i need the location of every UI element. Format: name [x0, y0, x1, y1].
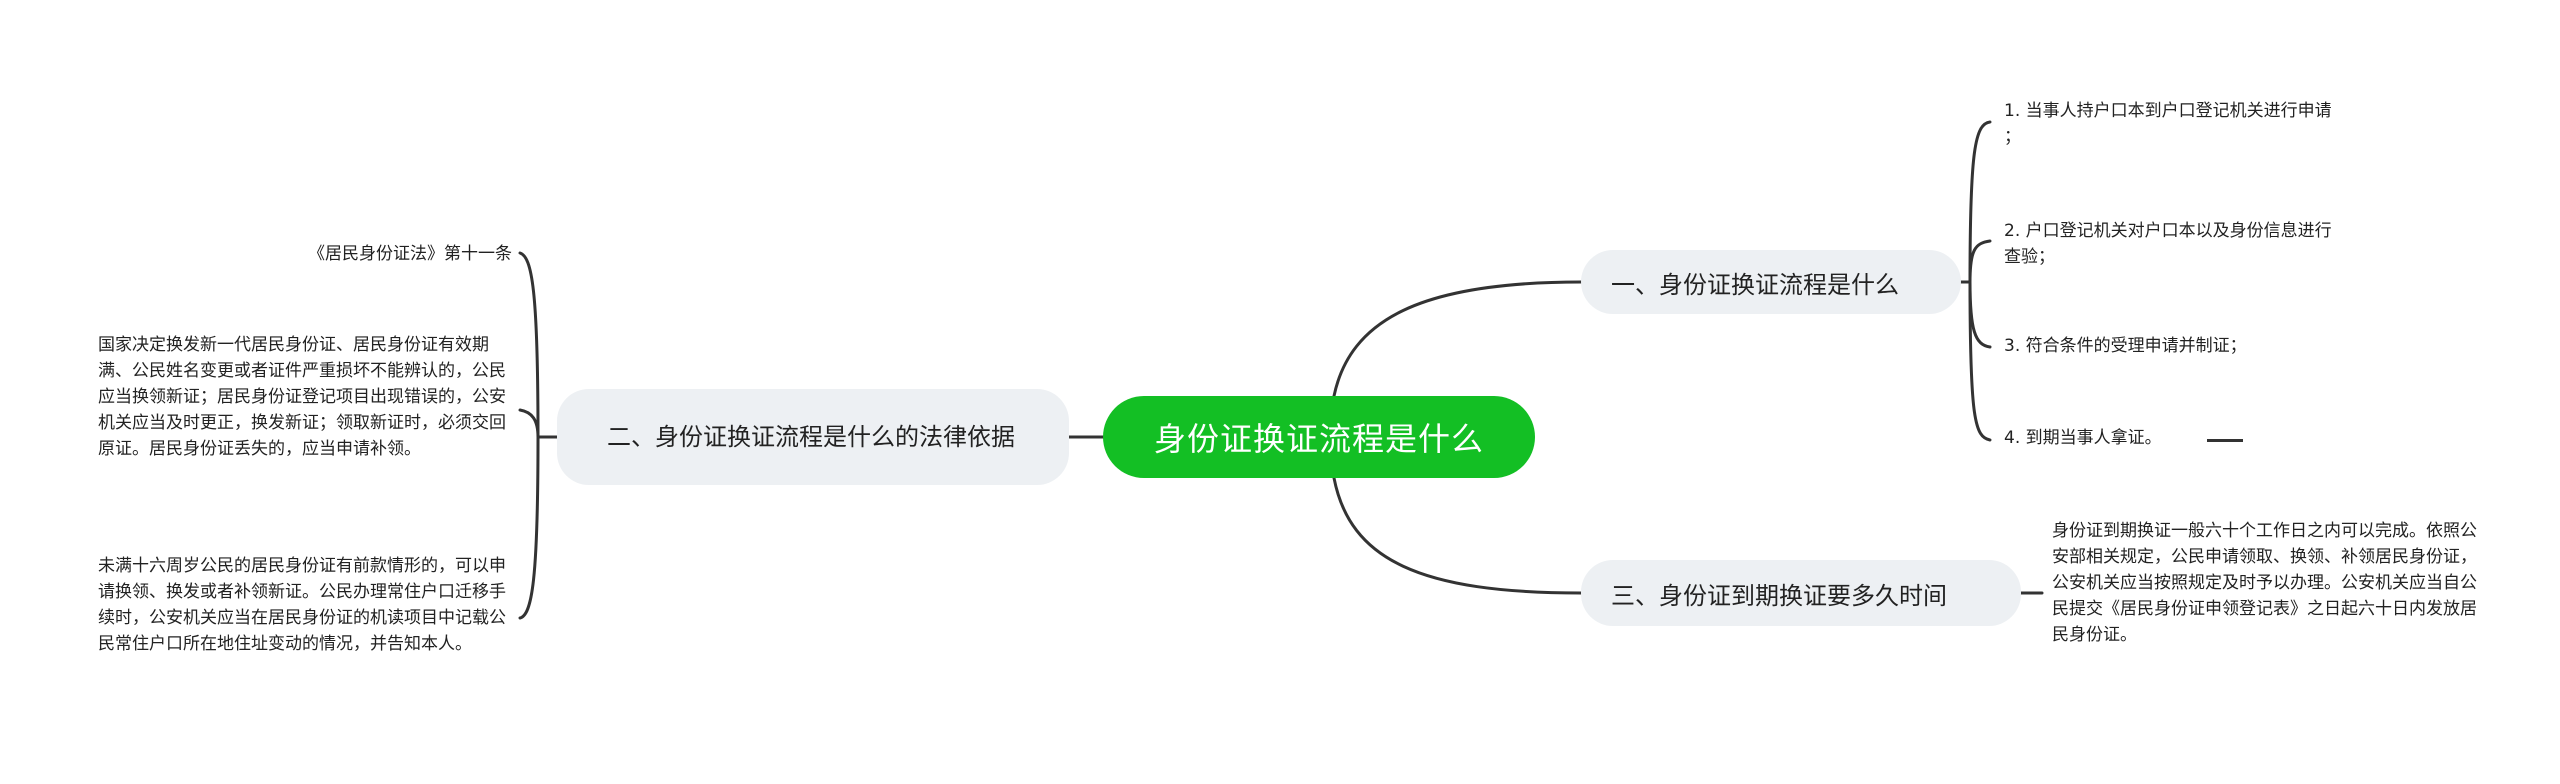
leaf-node[interactable]: 国家决定换发新一代居民身份证、居民身份证有效期满、公民姓名变更或者证件严重损坏不…: [98, 332, 518, 462]
topic-node-3[interactable]: 三、身份证到期换证要多久时间: [1581, 560, 2021, 626]
topic-node-1[interactable]: 一、身份证换证流程是什么: [1581, 250, 1961, 314]
topic-label: 三、身份证到期换证要多久时间: [1611, 581, 1947, 610]
leaf-node[interactable]: 未满十六周岁公民的居民身份证有前款情形的，可以申请换领、换发或者补领新证。公民办…: [98, 553, 518, 657]
root-node[interactable]: 身份证换证流程是什么: [1103, 396, 1535, 478]
link-topic1-child4: [1968, 280, 1992, 442]
root-label: 身份证换证流程是什么: [1153, 420, 1484, 458]
topic-label: 一、身份证换证流程是什么: [1611, 270, 1899, 299]
link-root-topic1: [1332, 280, 1583, 398]
leaf-node[interactable]: 4. 到期当事人拿证。: [2004, 425, 2264, 451]
link-topic2-child2: [518, 408, 540, 439]
topic-label: 二、身份证换证流程是什么的法律依据: [607, 423, 1015, 451]
topic-node-2[interactable]: 二、身份证换证流程是什么的法律依据: [557, 389, 1069, 485]
link-root-topic3: [1332, 476, 1583, 595]
leaf-node[interactable]: 2. 户口登记机关对户口本以及身份信息进行 查验；: [2004, 218, 2424, 270]
link-topic2-child3: [518, 435, 540, 620]
link-topic1-child3: [1968, 280, 1992, 349]
leaf-node[interactable]: 身份证到期换证一般六十个工作日之内可以完成。依照公安部相关规定，公民申请领取、换…: [2052, 518, 2482, 648]
leaf-node[interactable]: 《居民身份证法》第十一条: [100, 241, 512, 267]
link-topic1-child2: [1968, 239, 1992, 284]
leaf-node[interactable]: 3. 符合条件的受理申请并制证；: [2004, 333, 2424, 359]
collapse-line: [2207, 439, 2243, 442]
leaf-node[interactable]: 1. 当事人持户口本到户口登记机关进行申请 ；: [2004, 98, 2424, 150]
